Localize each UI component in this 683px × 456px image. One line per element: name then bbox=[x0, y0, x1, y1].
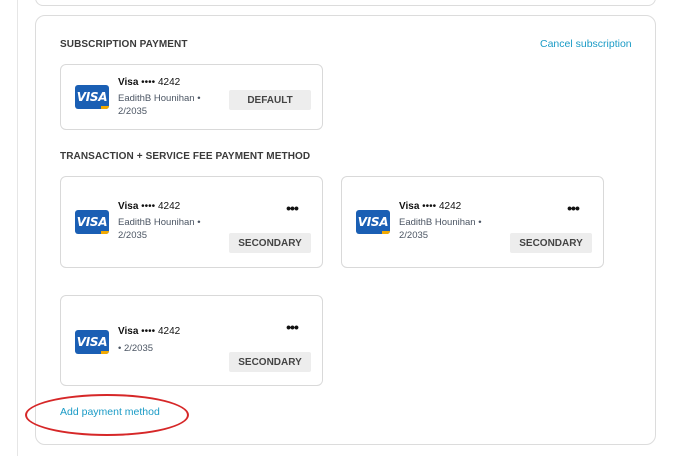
card-brand: Visa •••• 4242 bbox=[399, 201, 461, 212]
card-holder-expiry: EadithB Hounihan • 2/2035 bbox=[118, 93, 201, 117]
transaction-card-2[interactable]: ••• VISA Visa •••• 4242 EadithB Hounihan… bbox=[341, 176, 604, 268]
annotation-circle bbox=[25, 394, 189, 436]
transaction-section-title: TRANSACTION + SERVICE FEE PAYMENT METHOD bbox=[60, 151, 311, 162]
card-brand-name: Visa bbox=[118, 326, 139, 337]
more-options-icon[interactable]: ••• bbox=[282, 319, 302, 335]
secondary-badge: SECONDARY bbox=[510, 233, 592, 253]
secondary-badge: SECONDARY bbox=[229, 233, 311, 253]
default-badge: DEFAULT bbox=[229, 90, 311, 110]
card-number-mask: •••• 4242 bbox=[141, 77, 181, 88]
card-brand: Visa •••• 4242 bbox=[118, 326, 180, 337]
more-options-icon[interactable]: ••• bbox=[282, 200, 302, 216]
more-options-icon[interactable]: ••• bbox=[563, 200, 583, 216]
cancel-subscription-link[interactable]: Cancel subscription bbox=[540, 38, 632, 50]
card-number-mask: •••• 4242 bbox=[141, 326, 181, 337]
visa-logo-icon: VISA bbox=[75, 210, 109, 234]
card-brand: Visa •••• 4242 bbox=[118, 201, 180, 212]
left-divider bbox=[17, 0, 18, 456]
card-number-mask: •••• 4242 bbox=[422, 201, 462, 212]
visa-logo-icon: VISA bbox=[75, 85, 109, 109]
secondary-badge: SECONDARY bbox=[229, 352, 311, 372]
card-number-mask: •••• 4242 bbox=[141, 201, 181, 212]
card-holder-expiry: • 2/2035 bbox=[118, 343, 154, 354]
card-brand-name: Visa bbox=[399, 201, 420, 212]
card-brand-name: Visa bbox=[118, 77, 139, 88]
visa-logo-icon: VISA bbox=[75, 330, 109, 354]
visa-logo-icon: VISA bbox=[356, 210, 390, 234]
card-holder-expiry: EadithB Hounihan • 2/2035 bbox=[399, 217, 482, 241]
previous-panel-edge bbox=[35, 0, 656, 6]
card-holder-expiry: EadithB Hounihan • 2/2035 bbox=[118, 217, 201, 241]
card-brand-name: Visa bbox=[118, 201, 139, 212]
subscription-card[interactable]: VISA Visa •••• 4242 EadithB Hounihan • 2… bbox=[60, 64, 323, 130]
card-brand: Visa •••• 4242 bbox=[118, 77, 180, 88]
transaction-card-1[interactable]: ••• VISA Visa •••• 4242 EadithB Hounihan… bbox=[60, 176, 323, 268]
transaction-card-3[interactable]: ••• VISA Visa •••• 4242 • 2/2035 SECONDA… bbox=[60, 295, 323, 386]
subscription-section-title: SUBSCRIPTION PAYMENT bbox=[60, 39, 188, 50]
